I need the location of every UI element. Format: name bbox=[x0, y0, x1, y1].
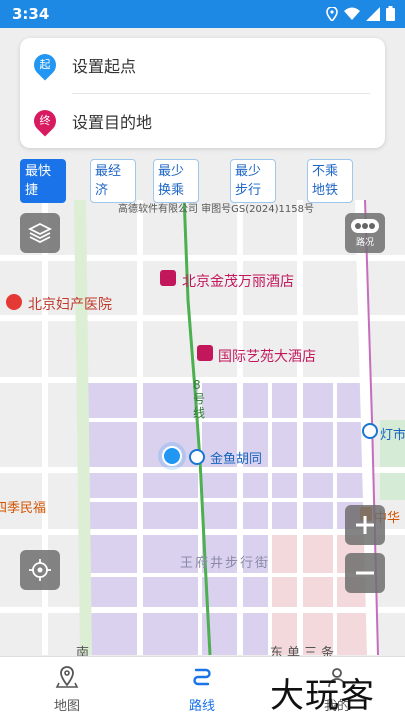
subway-station-icon bbox=[189, 449, 205, 465]
end-pin-icon: 终 bbox=[29, 105, 61, 137]
start-point-field[interactable]: 起 设置起点 bbox=[20, 38, 385, 92]
nav-map-label: 地图 bbox=[53, 699, 80, 714]
poi-right-1: 灯市 bbox=[380, 428, 405, 443]
hospital-icon bbox=[6, 294, 22, 310]
pedestrian-street-label: 王府井步行街 bbox=[180, 556, 271, 571]
locate-button[interactable] bbox=[20, 550, 60, 590]
mode-fastest[interactable]: 最快捷 bbox=[20, 159, 66, 203]
traffic-label: 路况 bbox=[355, 237, 374, 248]
poi-left[interactable]: 四季民福 bbox=[0, 497, 46, 516]
location-dot bbox=[162, 446, 182, 466]
map-pin-icon bbox=[55, 666, 79, 688]
mode-fewest-transfers[interactable]: 最少换乘 bbox=[153, 159, 199, 203]
poi-hospital[interactable]: 北京妇产医院 bbox=[28, 294, 112, 314]
hotel-icon bbox=[197, 345, 213, 361]
plus-icon bbox=[356, 516, 374, 534]
layers-icon bbox=[28, 222, 52, 244]
hotel-icon bbox=[160, 270, 176, 286]
zoom-out-button[interactable] bbox=[345, 553, 385, 593]
signal-icon bbox=[366, 6, 380, 21]
mode-least-walking[interactable]: 最少步行 bbox=[230, 159, 276, 203]
traffic-button[interactable]: 路况 bbox=[345, 213, 385, 253]
minus-icon bbox=[356, 571, 374, 575]
location-status-icon bbox=[326, 6, 338, 21]
poi-hotel-2[interactable]: 国际艺苑大酒店 bbox=[218, 346, 316, 366]
wifi-icon bbox=[344, 7, 360, 20]
route-input-panel: 起 设置起点 终 设置目的地 bbox=[20, 38, 385, 148]
status-time: 3:34 bbox=[12, 5, 50, 23]
nav-map[interactable]: 地图 bbox=[22, 665, 112, 714]
poi-hotel-1[interactable]: 北京金茂万丽酒店 bbox=[182, 271, 294, 291]
nav-route[interactable]: 路线 bbox=[157, 665, 247, 714]
layers-button[interactable] bbox=[20, 213, 60, 253]
route-icon bbox=[193, 668, 211, 686]
mode-cheapest[interactable]: 最经济 bbox=[90, 159, 136, 203]
subway-line-label: 8号线 bbox=[193, 378, 206, 420]
status-bar: 3:34 bbox=[0, 0, 405, 28]
destination-field[interactable]: 终 设置目的地 bbox=[20, 94, 385, 148]
watermark-text: 大玩客 bbox=[270, 676, 375, 716]
destination-placeholder: 设置目的地 bbox=[72, 113, 153, 132]
zoom-in-button[interactable] bbox=[345, 505, 385, 545]
traffic-icon bbox=[351, 218, 379, 233]
crosshair-icon bbox=[29, 559, 51, 581]
subway-station-icon bbox=[362, 423, 378, 439]
start-point-placeholder: 设置起点 bbox=[72, 57, 137, 76]
mode-no-subway[interactable]: 不乘地铁 bbox=[307, 159, 353, 203]
battery-icon bbox=[386, 6, 395, 21]
start-pin-icon: 起 bbox=[29, 49, 61, 81]
poi-street-1: 金鱼胡同 bbox=[210, 452, 263, 467]
map-copyright: 高德软件有限公司 审图号GS(2024)1158号 bbox=[118, 204, 314, 215]
nav-route-label: 路线 bbox=[188, 699, 215, 714]
